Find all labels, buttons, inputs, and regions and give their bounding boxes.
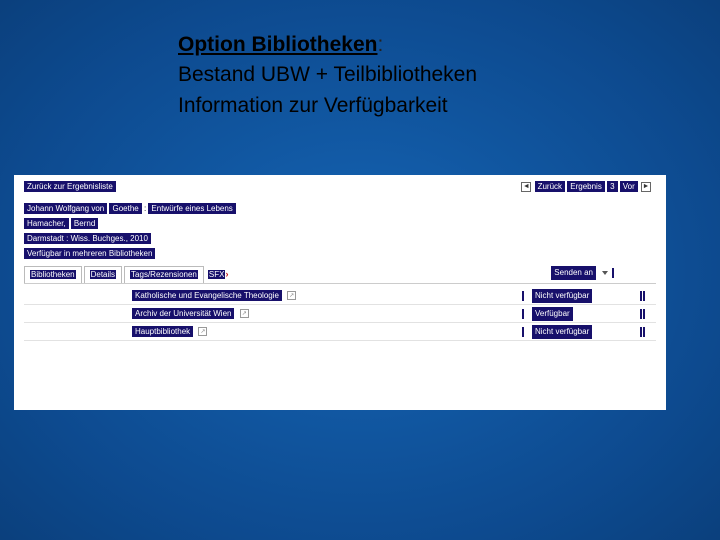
catalog-panel: Zurück zur Ergebnisliste ◄ Zurück Ergebn… [14,175,666,410]
pager-prev-icon[interactable]: ◄ [521,182,531,192]
send-to-menu[interactable]: Senden an [551,266,614,280]
record-author-part1: Johann Wolfgang von [24,203,107,214]
record-availability-summary: Verfügbar in mehreren Bibliotheken [24,248,155,259]
title-main: Option Bibliotheken [178,33,378,56]
external-link-icon[interactable]: ↗ [240,309,249,318]
table-row: Hauptbibliothek ↗ Nicht verfügbar [24,323,656,341]
record-author-part2: Goethe [109,203,141,214]
record-creator-part1: Hamacher, [24,218,69,229]
title-colon: : [378,33,384,56]
divider-icon [612,268,614,278]
external-link-icon[interactable]: ↗ [198,327,207,336]
record-creator-part2: Bernd [71,218,98,229]
pager-prev-label[interactable]: Zurück [535,181,565,192]
title-line-3: Information zur Verfügbarkeit [178,91,477,121]
table-row: Katholische und Evangelische Theologie ↗… [24,287,656,305]
result-pager: ◄ Zurück Ergebnis 3 Vor ► [520,181,652,193]
record-title-rest: Entwürfe eines Lebens [148,203,235,214]
tab-tags-rezensionen[interactable]: Tags/Rezensionen [124,266,204,283]
divider-icon [522,309,524,319]
tab-sfx[interactable]: SFX› [206,267,234,283]
sfx-indicator-icon: › [225,269,228,279]
pager-result-word: Ergebnis [567,181,605,192]
title-line-2: Bestand UBW + Teilbibliotheken [178,60,477,90]
tab-bibliotheken[interactable]: Bibliotheken [24,266,82,283]
availability-status: Verfügbar [532,307,573,321]
availability-status: Nicht verfügbar [532,325,592,339]
record-metadata: Johann Wolfgang von Goethe : Entwürfe ei… [24,203,656,260]
record-imprint: Darmstadt : Wiss. Buchges., 2010 [24,233,151,244]
external-link-icon[interactable]: ↗ [287,291,296,300]
library-link[interactable]: Hauptbibliothek [132,326,193,337]
library-link[interactable]: Archiv der Universität Wien [132,308,234,319]
slide-title-block: Option Bibliotheken: Bestand UBW + Teilb… [178,30,477,121]
chevron-down-icon [602,271,608,275]
divider-icon [522,327,524,337]
tab-details[interactable]: Details [84,266,122,283]
availability-status: Nicht verfügbar [532,289,592,303]
back-to-results-link[interactable]: Zurück zur Ergebnisliste [24,181,116,192]
pager-next-label[interactable]: Vor [620,181,638,192]
detail-tabbar: Bibliotheken Details Tags/Rezensionen SF… [24,266,656,284]
pager-result-number: 3 [607,181,617,192]
pager-next-icon[interactable]: ► [641,182,651,192]
table-row: Archiv der Universität Wien ↗ Verfügbar [24,305,656,323]
library-link[interactable]: Katholische und Evangelische Theologie [132,290,282,301]
holdings-table: Katholische und Evangelische Theologie ↗… [24,287,656,341]
divider-icon [522,291,524,301]
